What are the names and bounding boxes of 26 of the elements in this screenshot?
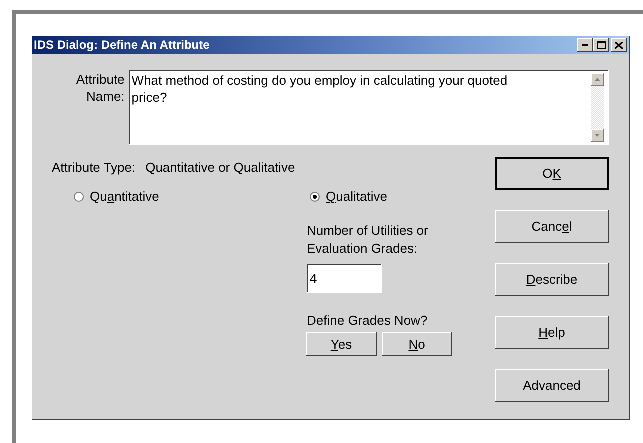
define-grades-label: Define Grades Now? [307,313,429,328]
radio-option[interactable]: Quantitative [74,189,310,204]
minimize-button[interactable] [577,38,593,52]
grades-field[interactable]: 4 [307,264,382,293]
close-icon [615,42,623,48]
dialog-button[interactable]: Cancel [495,210,609,243]
maximize-button[interactable] [593,38,609,52]
close-button[interactable] [611,38,627,52]
dialog-button[interactable]: OK [495,157,609,190]
down-arrow-icon [595,134,600,137]
dialog-button[interactable]: Help [495,316,609,349]
scrollbar[interactable] [591,73,604,142]
maximize-icon [596,41,606,49]
grades-label: Number of Utilities or Evaluation Grades: [307,222,430,258]
attribute-name-field[interactable]: What method of costing do you employ in calculating your quoted price? [128,70,609,145]
dialog-button[interactable]: Advanced [495,369,609,402]
dialog-button[interactable]: Describe [495,263,609,296]
window-title: IDS Dialog: Define An Attribute [34,38,210,52]
minimize-icon [582,44,588,46]
attribute-type-value: Quantitative or Qualitative [146,160,296,175]
radio-option[interactable]: Qualitative [310,189,470,204]
attribute-type-label: Attribute Type: [52,160,136,175]
up-arrow-icon [595,78,600,81]
attribute-name-label: Attribute Name: [75,71,125,106]
no-button[interactable]: No [382,332,452,356]
yes-button[interactable]: Yes [306,332,377,356]
